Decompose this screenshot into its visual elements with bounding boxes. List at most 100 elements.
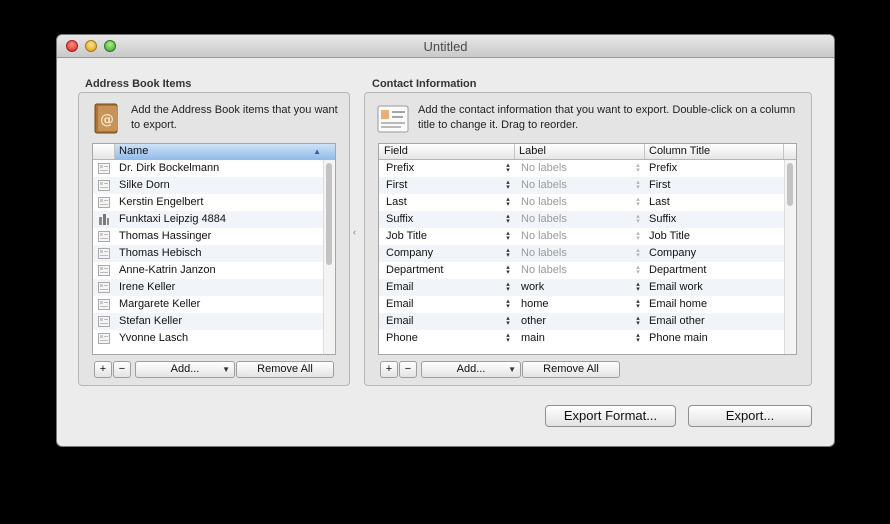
label-popup[interactable]: No labels (521, 160, 567, 177)
export-format-button[interactable]: Export Format... (545, 405, 676, 427)
label-popup[interactable]: home (521, 296, 549, 313)
field-popup-arrows-icon[interactable]: ▴ ▾ (505, 332, 511, 344)
column-title-cell[interactable]: Email work (649, 279, 703, 296)
field-popup-arrows-icon[interactable]: ▴ ▾ (505, 179, 511, 191)
address-book-items-table[interactable]: Name ▲ Dr. Dirk Bockelmann Silke Dorn Kers… (92, 143, 336, 355)
contact-information-table[interactable]: Field Label Column Title Prefix ▴ ▾ No labe… (378, 143, 797, 355)
table-row[interactable]: Company ▴ ▾ No labels ▴ ▾ Company (379, 245, 796, 262)
label-popup-arrows-icon[interactable]: ▴ ▾ (635, 162, 641, 174)
column-title-cell[interactable]: Prefix (649, 160, 677, 177)
column-title-cell[interactable]: First (649, 177, 670, 194)
add-field-plus-button[interactable]: + (380, 361, 398, 378)
address-book-items-scrollbar[interactable] (323, 160, 335, 354)
label-popup-arrows-icon[interactable]: ▴ ▾ (635, 281, 641, 293)
field-popup-arrows-icon[interactable]: ▴ ▾ (505, 281, 511, 293)
column-title-cell[interactable]: Department (649, 262, 706, 279)
field-popup-arrows-icon[interactable]: ▴ ▾ (505, 196, 511, 208)
list-item[interactable]: Thomas Hebisch (93, 245, 335, 262)
column-title-cell[interactable]: Company (649, 245, 696, 262)
column-title-cell[interactable]: Phone main (649, 330, 708, 347)
table-row[interactable]: Job Title ▴ ▾ No labels ▴ ▾ Job Title (379, 228, 796, 245)
label-popup[interactable]: No labels (521, 177, 567, 194)
column-title-column-header[interactable]: Column Title (649, 145, 710, 158)
list-item[interactable]: Irene Keller (93, 279, 335, 296)
list-item[interactable]: Stefan Keller (93, 313, 335, 330)
field-column-header[interactable]: Field (384, 145, 408, 158)
label-popup[interactable]: main (521, 330, 545, 347)
label-popup[interactable]: No labels (521, 194, 567, 211)
field-popup[interactable]: Suffix (386, 211, 413, 228)
svg-text:@: @ (100, 112, 114, 128)
field-popup[interactable]: Department (386, 262, 443, 279)
field-popup[interactable]: Prefix (386, 160, 414, 177)
label-popup-arrows-icon[interactable]: ▴ ▾ (635, 298, 641, 310)
split-view-handle[interactable]: ‹ (353, 227, 356, 237)
list-item[interactable]: Thomas Hassinger (93, 228, 335, 245)
field-popup[interactable]: Email (386, 313, 414, 330)
field-popup-arrows-icon[interactable]: ▴ ▾ (505, 298, 511, 310)
list-item[interactable]: Margarete Keller (93, 296, 335, 313)
export-button[interactable]: Export... (688, 405, 812, 427)
list-item[interactable]: Dr. Dirk Bockelmann (93, 160, 335, 177)
label-popup-arrows-icon[interactable]: ▴ ▾ (635, 247, 641, 259)
field-popup[interactable]: Email (386, 296, 414, 313)
table-row[interactable]: First ▴ ▾ No labels ▴ ▾ First (379, 177, 796, 194)
column-title-cell[interactable]: Email home (649, 296, 707, 313)
label-popup-arrows-icon[interactable]: ▴ ▾ (635, 315, 641, 327)
list-item[interactable]: Silke Dorn (93, 177, 335, 194)
scrollbar-thumb[interactable] (326, 163, 332, 265)
table-row[interactable]: Email ▴ ▾ other ▴ ▾ Email other (379, 313, 796, 330)
field-popup[interactable]: Company (386, 245, 433, 262)
column-title-cell[interactable]: Last (649, 194, 670, 211)
field-popup[interactable]: Phone (386, 330, 418, 347)
add-items-dropdown[interactable]: Add... ▼ (135, 361, 235, 378)
label-column-header[interactable]: Label (519, 145, 546, 158)
table-row[interactable]: Department ▴ ▾ No labels ▴ ▾ Department (379, 262, 796, 279)
field-popup[interactable]: Last (386, 194, 407, 211)
scrollbar-thumb[interactable] (787, 163, 793, 206)
table-row[interactable]: Phone ▴ ▾ main ▴ ▾ Phone main (379, 330, 796, 347)
table-row[interactable]: Email ▴ ▾ work ▴ ▾ Email work (379, 279, 796, 296)
label-popup-arrows-icon[interactable]: ▴ ▾ (635, 213, 641, 225)
label-popup[interactable]: No labels (521, 228, 567, 245)
field-popup-arrows-icon[interactable]: ▴ ▾ (505, 230, 511, 242)
field-popup[interactable]: First (386, 177, 407, 194)
list-item[interactable]: Anne-Katrin Janzon (93, 262, 335, 279)
sort-ascending-icon[interactable]: ▲ (313, 147, 321, 156)
column-title-cell[interactable]: Suffix (649, 211, 676, 228)
field-popup-arrows-icon[interactable]: ▴ ▾ (505, 213, 511, 225)
field-popup-arrows-icon[interactable]: ▴ ▾ (505, 247, 511, 259)
field-popup[interactable]: Job Title (386, 228, 427, 245)
table-row[interactable]: Last ▴ ▾ No labels ▴ ▾ Last (379, 194, 796, 211)
label-popup[interactable]: No labels (521, 211, 567, 228)
label-popup[interactable]: work (521, 279, 544, 296)
list-item[interactable]: Kerstin Engelbert (93, 194, 335, 211)
contact-information-scrollbar[interactable] (784, 160, 796, 354)
label-popup-arrows-icon[interactable]: ▴ ▾ (635, 196, 641, 208)
list-item[interactable]: Yvonne Lasch (93, 330, 335, 347)
field-popup-arrows-icon[interactable]: ▴ ▾ (505, 162, 511, 174)
table-row[interactable]: Email ▴ ▾ home ▴ ▾ Email home (379, 296, 796, 313)
field-popup-arrows-icon[interactable]: ▴ ▾ (505, 315, 511, 327)
label-popup-arrows-icon[interactable]: ▴ ▾ (635, 179, 641, 191)
label-popup-arrows-icon[interactable]: ▴ ▾ (635, 332, 641, 344)
remove-all-items-button[interactable]: Remove All (236, 361, 334, 378)
table-row[interactable]: Prefix ▴ ▾ No labels ▴ ▾ Prefix (379, 160, 796, 177)
column-title-cell[interactable]: Job Title (649, 228, 690, 245)
table-row[interactable]: Suffix ▴ ▾ No labels ▴ ▾ Suffix (379, 211, 796, 228)
remove-field-minus-button[interactable]: − (399, 361, 417, 378)
label-popup-arrows-icon[interactable]: ▴ ▾ (635, 264, 641, 276)
label-popup-arrows-icon[interactable]: ▴ ▾ (635, 230, 641, 242)
remove-all-fields-button[interactable]: Remove All (522, 361, 620, 378)
title-bar[interactable]: Untitled (57, 35, 834, 58)
label-popup[interactable]: No labels (521, 245, 567, 262)
field-popup[interactable]: Email (386, 279, 414, 296)
remove-item-minus-button[interactable]: − (113, 361, 131, 378)
label-popup[interactable]: other (521, 313, 546, 330)
add-fields-dropdown[interactable]: Add... ▼ (421, 361, 521, 378)
list-item[interactable]: Funktaxi Leipzig 4884 (93, 211, 335, 228)
column-title-cell[interactable]: Email other (649, 313, 705, 330)
add-item-plus-button[interactable]: + (94, 361, 112, 378)
field-popup-arrows-icon[interactable]: ▴ ▾ (505, 264, 511, 276)
label-popup[interactable]: No labels (521, 262, 567, 279)
